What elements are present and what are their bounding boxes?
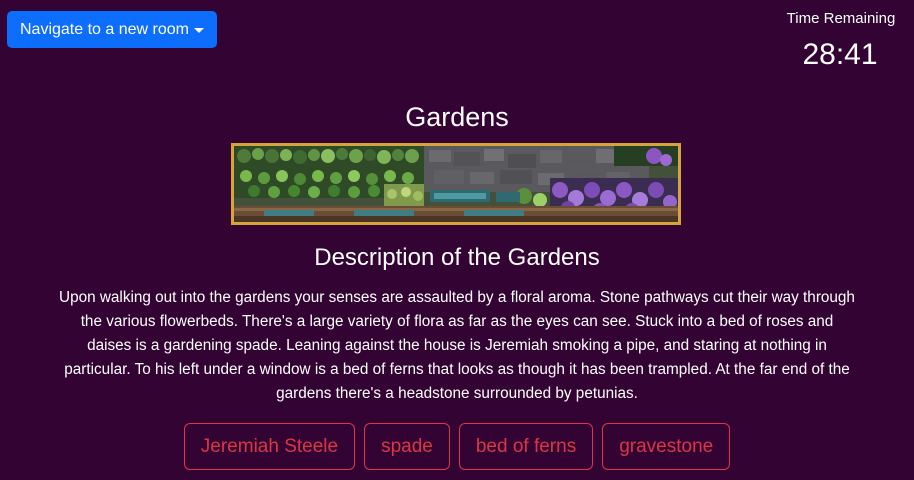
item-button-gravestone[interactable]: gravestone xyxy=(602,423,731,470)
item-button-spade[interactable]: spade xyxy=(364,423,450,470)
item-button-bed-of-ferns[interactable]: bed of ferns xyxy=(458,423,594,470)
caret-down-icon xyxy=(193,27,204,33)
timer-label: Time Remaining xyxy=(786,10,896,27)
room-title: Gardens xyxy=(405,102,509,132)
description-heading: Description of the Gardens xyxy=(314,244,600,271)
timer: Time Remaining 28:41 xyxy=(764,10,904,73)
item-button-jeremiah-steele[interactable]: Jeremiah Steele xyxy=(183,423,356,470)
navigate-room-dropdown[interactable]: Navigate to a new room xyxy=(7,11,217,48)
room-items: Jeremiah Steele spade bed of ferns grave… xyxy=(0,423,914,470)
garden-banner-image xyxy=(231,143,681,225)
room-page: Navigate to a new room Time Remaining 28… xyxy=(0,0,914,480)
room-description: Upon walking out into the gardens your s… xyxy=(59,289,855,402)
navigate-room-label: Navigate to a new room xyxy=(20,20,189,38)
garden-illustration xyxy=(234,146,678,222)
timer-value: 28:41 xyxy=(802,38,878,71)
